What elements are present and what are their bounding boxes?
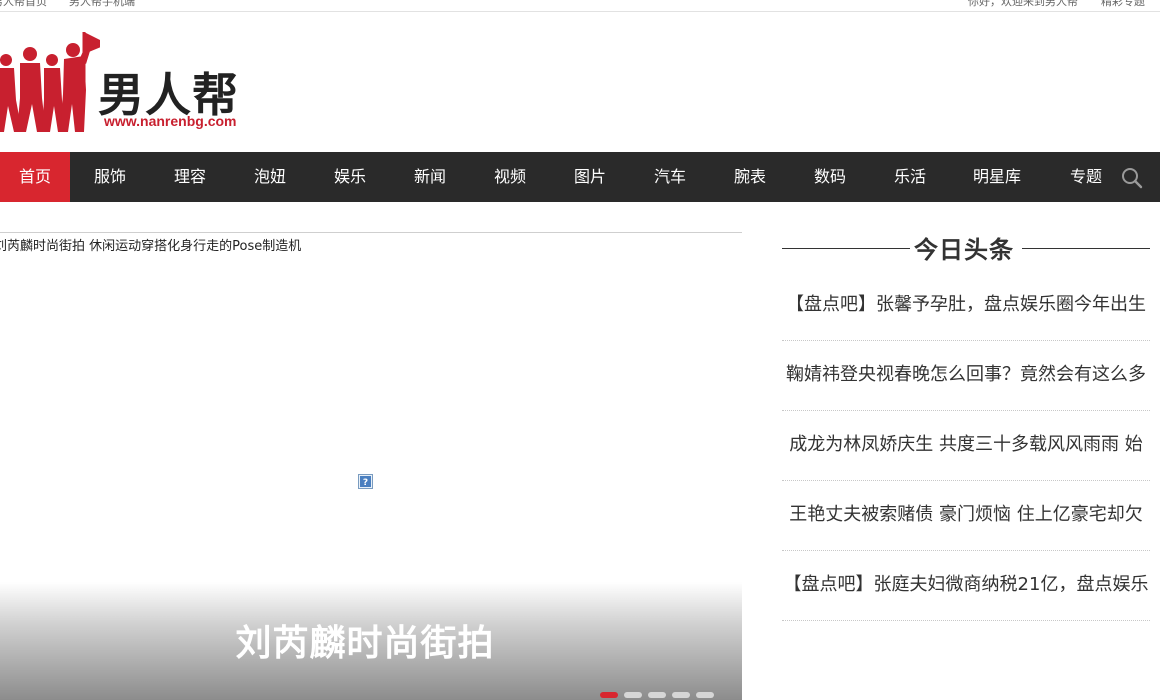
nav-item-home[interactable]: 首页 [0,152,70,202]
mobile-link[interactable]: 男人帮手机端 [69,0,135,9]
top-bar: 男人帮首页 男人帮手机端 你好，欢迎来到男人帮 精彩专题 [0,0,1160,12]
home-link[interactable]: 男人帮首页 [0,0,47,9]
nav-item-grooming[interactable]: 理容 [155,152,225,202]
headline-rule-right [1022,248,1150,249]
headline-item: 成龙为林凤娇庆生 共度三十多载风风雨雨 始 [782,410,1150,481]
svg-text:?: ? [363,478,368,488]
slider-top-border [0,232,742,233]
headline-link[interactable]: 王艳丈夫被索赌债 豪门烦恼 住上亿豪宅却欠 [782,480,1150,550]
nav-item-entertainment[interactable]: 娱乐 [315,152,385,202]
search-icon[interactable] [1120,166,1144,190]
logo-url: www.nanrenbg.com [104,113,237,129]
welcome-text: 你好，欢迎来到男人帮 [968,0,1078,8]
headline-item: 王艳丈夫被索赌债 豪门烦恼 住上亿豪宅却欠 [782,480,1150,551]
logo-figures-icon [0,32,100,132]
slider-dot-5[interactable] [696,692,714,698]
nav-item-digital[interactable]: 数码 [795,152,865,202]
nav-item-dating[interactable]: 泡妞 [235,152,305,202]
headline-link[interactable]: 成龙为林凤娇庆生 共度三十多载风风雨雨 始 [782,410,1150,480]
headline-link[interactable]: 鞠婧祎登央视春晚怎么回事？竟然会有这么多 [782,340,1150,410]
main-nav: 首页 服饰 理容 泡妞 娱乐 新闻 视频 图片 汽车 腕表 数码 乐活 明星库 … [0,152,1160,202]
nav-item-pictures[interactable]: 图片 [555,152,625,202]
headline-rule-left [782,248,910,249]
headline-link[interactable]: 【盘点吧】张馨予孕肚，盘点娱乐圈今年出生 [782,270,1150,340]
slide-title[interactable]: 刘芮麟时尚街拍 [0,614,730,666]
slide-image-alt-text[interactable]: 刘芮麟时尚街拍 休闲运动穿搭化身行走的Pose制造机 [0,235,301,254]
slider-dot-1[interactable] [600,692,618,698]
headline-item: 【盘点吧】张馨予孕肚，盘点娱乐圈今年出生 [782,270,1150,341]
nav-item-stars[interactable]: 明星库 [962,152,1032,202]
special-topics-link[interactable]: 精彩专题 [1101,0,1145,9]
headlines-title: 今日头条 [914,236,1014,264]
nav-item-topics[interactable]: 专题 [1051,152,1121,202]
site-logo[interactable]: 男人帮 www.nanrenbg.com [0,30,270,135]
nav-item-watches[interactable]: 腕表 [715,152,785,202]
headline-link[interactable]: 【盘点吧】张庭夫妇微商纳税21亿，盘点娱乐 [782,550,1150,620]
slider-dot-3[interactable] [648,692,666,698]
slider-dot-4[interactable] [672,692,690,698]
headline-item: 鞠婧祎登央视春晚怎么回事？竟然会有这么多 [782,340,1150,411]
broken-image-icon: ? [358,474,373,489]
nav-item-video[interactable]: 视频 [475,152,545,202]
slider-dot-2[interactable] [624,692,642,698]
nav-item-cars[interactable]: 汽车 [635,152,705,202]
headline-item: 【盘点吧】张庭夫妇微商纳税21亿，盘点娱乐 [782,550,1150,621]
nav-item-news[interactable]: 新闻 [395,152,465,202]
nav-item-fashion[interactable]: 服饰 [75,152,145,202]
nav-item-lifestyle[interactable]: 乐活 [875,152,945,202]
